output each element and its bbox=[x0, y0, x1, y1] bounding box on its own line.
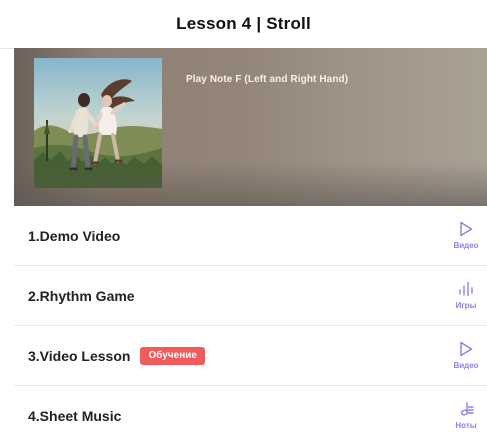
lesson-item-rhythm-game[interactable]: 2.Rhythm Game Игры bbox=[14, 266, 487, 326]
lesson-item-label: 4.Sheet Music bbox=[28, 407, 122, 424]
lesson-cover-image bbox=[34, 58, 162, 188]
lesson-subtitle: Play Note F (Left and Right Hand) bbox=[186, 74, 349, 85]
top-bar: Lesson 4 | Stroll bbox=[0, 0, 487, 49]
lesson-item-sheet-music[interactable]: 4.Sheet Music Ноты bbox=[14, 386, 487, 442]
lesson-item-label: 3.Video Lesson bbox=[28, 347, 131, 364]
lesson-item-label: 1.Demo Video bbox=[28, 227, 121, 244]
lesson-hero: Play Note F (Left and Right Hand) bbox=[14, 48, 487, 206]
page-title: Lesson 4 | Stroll bbox=[176, 14, 311, 33]
lesson-item-label: 2.Rhythm Game bbox=[28, 287, 135, 304]
action-label: Игры bbox=[455, 301, 477, 310]
rhythm-bars-icon bbox=[459, 281, 473, 297]
lesson-screen: Lesson 4 | Stroll Play Note F (Left and … bbox=[0, 0, 487, 442]
play-icon bbox=[460, 341, 473, 357]
lesson-list: 1.Demo Video Видео 2.Rhythm Game Игры 3.… bbox=[14, 206, 487, 442]
demo-video-action[interactable]: Видео bbox=[449, 217, 483, 255]
lesson-item-video-lesson[interactable]: 3.Video Lesson Обучение Видео bbox=[14, 326, 487, 386]
action-label: Видео bbox=[453, 361, 479, 370]
rhythm-game-action[interactable]: Игры bbox=[449, 277, 483, 315]
training-badge: Обучение bbox=[140, 346, 205, 365]
lesson-item-demo-video[interactable]: 1.Demo Video Видео bbox=[14, 206, 487, 266]
action-label: Ноты bbox=[455, 421, 477, 430]
action-label: Видео bbox=[453, 241, 479, 250]
couple-photo-illustration bbox=[34, 58, 162, 188]
sheet-music-icon bbox=[460, 402, 474, 416]
play-icon bbox=[460, 221, 473, 237]
video-lesson-action[interactable]: Видео bbox=[449, 337, 483, 375]
sheet-music-action[interactable]: Ноты bbox=[449, 397, 483, 435]
